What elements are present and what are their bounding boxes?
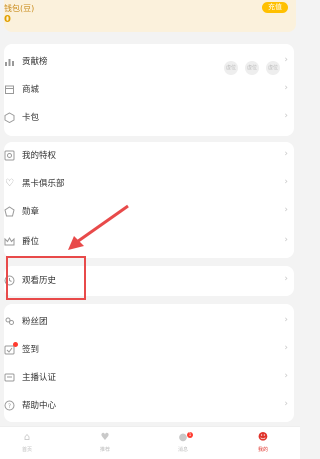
chevron-right-icon: › — [284, 205, 288, 215]
menu-item-store[interactable]: 商城 › — [4, 76, 294, 104]
chevron-right-icon: › — [284, 177, 288, 187]
tab-recommend[interactable]: ♥ 推荐 — [90, 427, 120, 459]
menu-item-label: 我的特权 — [22, 151, 57, 161]
menu-item-label: 帮助中心 — [22, 401, 57, 411]
crown-icon — [4, 236, 15, 247]
menu-item-label: 卡包 — [22, 113, 40, 123]
menu-item-label: 商城 — [22, 85, 40, 95]
fans-icon — [4, 316, 15, 327]
privilege-icon — [4, 150, 15, 161]
wallet-panel[interactable]: 钱包(豆) 0 充值 — [4, 0, 296, 32]
checkin-icon — [4, 342, 18, 355]
chevron-right-icon: › — [284, 111, 288, 121]
card-icon — [4, 112, 15, 124]
menu-item-label: 贡献榜 — [22, 57, 48, 67]
recommend-icon: ♥ — [100, 432, 110, 443]
tab-messages[interactable]: ● 1 消息 — [168, 427, 198, 459]
chevron-right-icon: › — [284, 55, 288, 65]
wallet-balance: 0 — [4, 14, 11, 25]
menu-item-fan-club[interactable]: 粉丝团 › — [4, 308, 294, 336]
menu-item-label: 粉丝团 — [22, 317, 48, 327]
empty-seat-badge: 虚位 — [245, 61, 259, 75]
heart-icon: ♡ — [5, 178, 14, 189]
chevron-right-icon: › — [284, 343, 288, 353]
bottom-tab-bar: ⌂ 首页 ♥ 推荐 ● 1 消息 ☻ 我的 — [0, 426, 300, 459]
tab-profile[interactable]: ☻ 我的 — [248, 427, 278, 459]
tab-label: 首页 — [21, 447, 32, 453]
menu-item-help-center[interactable]: ? 帮助中心 › — [4, 392, 294, 420]
chevron-right-icon: › — [284, 371, 288, 381]
empty-seat-badge: 虚位 — [224, 61, 238, 75]
contribution-badges: 虚位 虚位 虚位 — [217, 54, 280, 75]
chevron-right-icon: › — [284, 315, 288, 325]
menu-item-checkin[interactable]: 签到 › — [4, 336, 294, 364]
notification-dot — [13, 342, 18, 347]
bar-chart-icon — [4, 56, 15, 67]
chevron-right-icon: › — [284, 235, 288, 245]
section-2: 我的特权 › ♡ 黑卡俱乐部 › 勋章 › 爵位 › — [4, 142, 294, 258]
menu-item-label: 签到 — [22, 345, 40, 355]
tab-home[interactable]: ⌂ 首页 — [12, 427, 42, 459]
tab-label: 我的 — [257, 447, 268, 453]
empty-seat-badge: 虚位 — [266, 61, 280, 75]
home-icon: ⌂ — [23, 432, 31, 443]
chevron-right-icon: › — [284, 399, 288, 409]
tab-label: 推荐 — [99, 447, 110, 453]
menu-item-label: 主播认证 — [22, 373, 57, 383]
recharge-button[interactable]: 充值 — [262, 2, 288, 13]
tab-label: 消息 — [177, 447, 188, 453]
menu-item-contribution[interactable]: 贡献榜 虚位 虚位 虚位 › — [4, 48, 294, 76]
chevron-right-icon: › — [284, 149, 288, 159]
store-icon — [4, 84, 15, 95]
message-count-badge: 1 — [187, 432, 193, 438]
annotation-highlight-box — [6, 256, 86, 300]
menu-item-host-verification[interactable]: 主播认证 › — [4, 364, 294, 392]
medal-icon — [4, 206, 15, 217]
menu-item-label: 黑卡俱乐部 — [22, 179, 65, 189]
svg-text:?: ? — [8, 403, 11, 410]
wallet-title: 钱包(豆) — [4, 4, 35, 13]
section-1: 贡献榜 虚位 虚位 虚位 › 商城 › 卡包 › — [4, 44, 294, 136]
menu-item-medal[interactable]: 勋章 › — [4, 198, 294, 226]
menu-item-privilege[interactable]: 我的特权 › — [4, 142, 294, 170]
id-card-icon — [4, 372, 15, 383]
menu-item-label: 爵位 — [22, 237, 40, 247]
menu-item-card-pack[interactable]: 卡包 › — [4, 104, 294, 132]
chevron-right-icon: › — [284, 274, 288, 284]
menu-item-black-card-club[interactable]: ♡ 黑卡俱乐部 › — [4, 170, 294, 198]
message-icon: ● — [178, 432, 188, 443]
profile-icon: ☻ — [257, 432, 269, 443]
menu-item-rank[interactable]: 爵位 › — [4, 228, 294, 256]
section-4: 粉丝团 › 签到 › 主播认证 › ? 帮助中心 › — [4, 304, 294, 422]
help-icon: ? — [4, 400, 15, 411]
chevron-right-icon: › — [284, 83, 288, 93]
menu-item-label: 勋章 — [22, 207, 40, 217]
